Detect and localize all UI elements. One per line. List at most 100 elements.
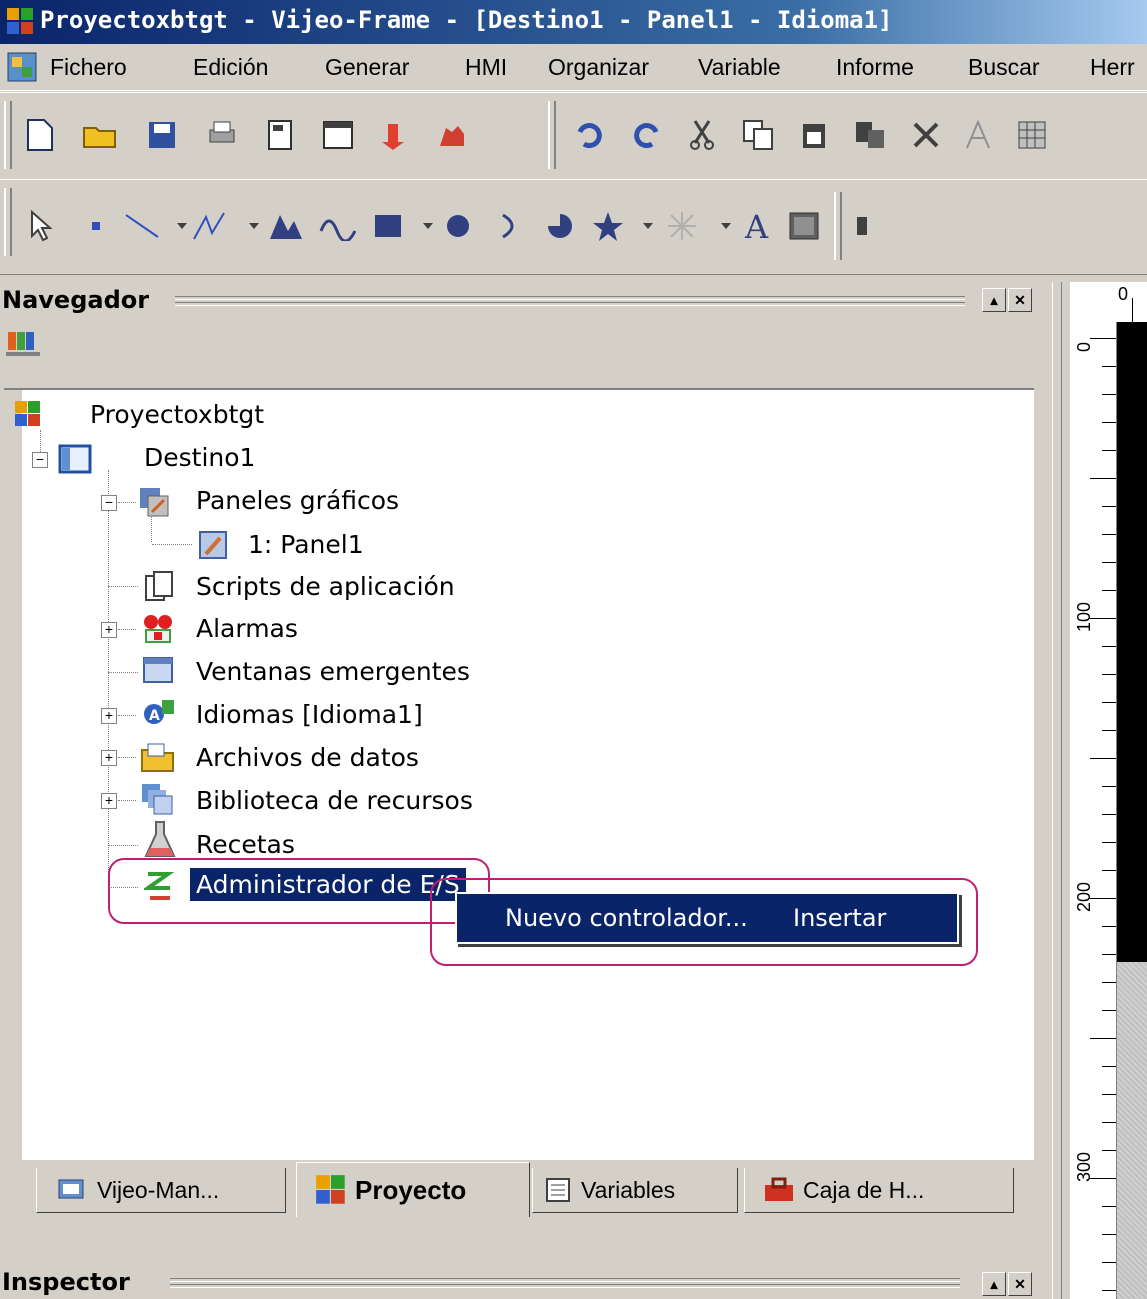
polygon-icon[interactable] xyxy=(264,204,308,248)
ruler-tick xyxy=(1102,786,1116,787)
ruler-tick xyxy=(1102,842,1116,843)
collapse-toggle[interactable]: − xyxy=(101,495,117,511)
expand-toggle[interactable]: + xyxy=(101,750,117,766)
tree-node-scripts[interactable]: Scripts de aplicación xyxy=(196,572,455,601)
navigator-title: Navegador xyxy=(2,286,150,314)
grid-icon[interactable] xyxy=(1010,113,1054,157)
data-files-icon xyxy=(141,743,174,772)
ruler-tick xyxy=(1102,366,1116,367)
dot-icon[interactable] xyxy=(74,204,118,248)
expand-toggle[interactable]: + xyxy=(101,622,117,638)
paste-icon[interactable] xyxy=(792,113,836,157)
menu-generar[interactable]: Generar xyxy=(325,54,409,81)
text-icon[interactable]: A xyxy=(738,204,782,248)
tab-label: Variables xyxy=(581,1176,676,1203)
polyline-icon[interactable] xyxy=(188,204,232,248)
tab-variables[interactable]: Variables xyxy=(532,1168,738,1213)
pointer-icon[interactable] xyxy=(18,204,62,248)
menu-hmi[interactable]: HMI xyxy=(465,54,507,81)
maximize-button[interactable]: ▴ xyxy=(982,1272,1006,1296)
tab-proyecto[interactable]: Proyecto xyxy=(296,1162,530,1217)
align-icon[interactable] xyxy=(848,204,892,248)
tab-caja-herramientas[interactable]: Caja de H... xyxy=(744,1168,1014,1213)
ruler-tick xyxy=(1102,954,1116,955)
books-icon[interactable] xyxy=(6,328,42,360)
ruler-label: 100 xyxy=(1074,601,1094,632)
toolbar-separator xyxy=(548,101,556,169)
manager-icon xyxy=(58,1179,84,1199)
export-icon[interactable] xyxy=(430,113,474,157)
toolbox-icon xyxy=(765,1177,793,1201)
tree-node-biblioteca[interactable]: Biblioteca de recursos xyxy=(196,786,473,815)
pie-icon[interactable] xyxy=(538,204,582,248)
popup-windows-icon xyxy=(143,657,173,683)
tree-node-project[interactable]: Proyectoxbtgt xyxy=(90,400,264,429)
tree-node-panel1[interactable]: 1: Panel1 xyxy=(248,530,364,559)
maximize-button[interactable]: ▴ xyxy=(982,288,1006,312)
circle-icon[interactable] xyxy=(436,204,480,248)
redo-icon[interactable] xyxy=(624,113,668,157)
page-icon[interactable] xyxy=(258,113,302,157)
splitter[interactable] xyxy=(1052,282,1062,1299)
menu-herramientas[interactable]: Herr xyxy=(1090,54,1135,81)
languages-icon: A xyxy=(144,700,174,724)
title-bar: Proyectoxbtgt - Vijeo-Frame - [Destino1 … xyxy=(0,0,1147,44)
tree-node-paneles[interactable]: Paneles gráficos xyxy=(196,486,399,515)
panel-canvas[interactable] xyxy=(1117,322,1147,962)
paste-special-icon[interactable] xyxy=(848,113,892,157)
cut-icon[interactable] xyxy=(680,113,724,157)
document-icon[interactable] xyxy=(6,51,38,83)
open-folder-icon[interactable] xyxy=(78,113,122,157)
tree-node-recetas[interactable]: Recetas xyxy=(196,830,295,859)
undo-icon[interactable] xyxy=(568,113,612,157)
copy-icon[interactable] xyxy=(736,113,780,157)
tree-node-alarmas[interactable]: Alarmas xyxy=(196,614,298,643)
menu-variable[interactable]: Variable xyxy=(698,54,781,81)
tab-vijeo-manager[interactable]: Vijeo-Man... xyxy=(36,1168,286,1213)
tree-node-idiomas[interactable]: Idiomas [Idioma1] xyxy=(196,700,423,729)
alarms-icon xyxy=(144,615,172,643)
tree-node-destino[interactable]: Destino1 xyxy=(144,443,255,472)
image-icon[interactable] xyxy=(782,204,826,248)
print-icon[interactable] xyxy=(200,113,244,157)
tree-node-ventanas[interactable]: Ventanas emergentes xyxy=(196,657,470,686)
text-tool-icon[interactable] xyxy=(956,113,1000,157)
line-icon[interactable] xyxy=(120,204,164,248)
ruler-tick xyxy=(1102,730,1116,731)
close-button[interactable]: ✕ xyxy=(1008,288,1032,312)
menu-fichero[interactable]: Fichero xyxy=(50,54,127,81)
vertical-ruler: 0 100 200 300 xyxy=(1070,322,1117,1299)
inspector-title: Inspector xyxy=(2,1268,130,1296)
burst-icon[interactable] xyxy=(660,204,704,248)
arc-icon[interactable] xyxy=(490,204,534,248)
curve-icon[interactable] xyxy=(316,204,360,248)
menu-informe[interactable]: Informe xyxy=(836,54,914,81)
save-icon[interactable] xyxy=(140,113,184,157)
toolbar-grip[interactable] xyxy=(4,101,12,169)
new-file-icon[interactable] xyxy=(18,113,62,157)
menu-item-label: Nuevo controlador... xyxy=(505,904,748,932)
expand-toggle[interactable]: + xyxy=(101,793,117,809)
expand-toggle[interactable]: + xyxy=(101,708,117,724)
context-menu: Nuevo controlador... Insertar xyxy=(455,892,959,944)
ruler-tick xyxy=(1102,1122,1116,1123)
menu-buscar[interactable]: Buscar xyxy=(968,54,1040,81)
import-icon[interactable] xyxy=(374,113,418,157)
inspector-header: Inspector ▴ ✕ xyxy=(0,1262,1040,1299)
toolbar-grip[interactable] xyxy=(4,188,12,256)
rectangle-icon[interactable] xyxy=(366,204,410,248)
panel-icon xyxy=(199,531,227,559)
page-setup-icon[interactable] xyxy=(316,113,360,157)
menu-item-new-controller[interactable]: Nuevo controlador... Insertar xyxy=(457,894,957,942)
menu-organizar[interactable]: Organizar xyxy=(548,54,649,81)
close-button[interactable]: ✕ xyxy=(1008,1272,1032,1296)
ruler-tick xyxy=(1102,590,1116,591)
star-icon[interactable] xyxy=(586,204,630,248)
menu-edicion[interactable]: Edición xyxy=(193,54,268,81)
collapse-toggle[interactable]: − xyxy=(32,452,48,468)
delete-icon[interactable] xyxy=(904,113,948,157)
ruler-tick xyxy=(1102,702,1116,703)
ruler-tick xyxy=(1090,338,1116,339)
tree-node-archivos[interactable]: Archivos de datos xyxy=(196,743,419,772)
project-tree: Proyectoxbtgt − Destino1 − Paneles gráfi… xyxy=(15,390,1034,1160)
